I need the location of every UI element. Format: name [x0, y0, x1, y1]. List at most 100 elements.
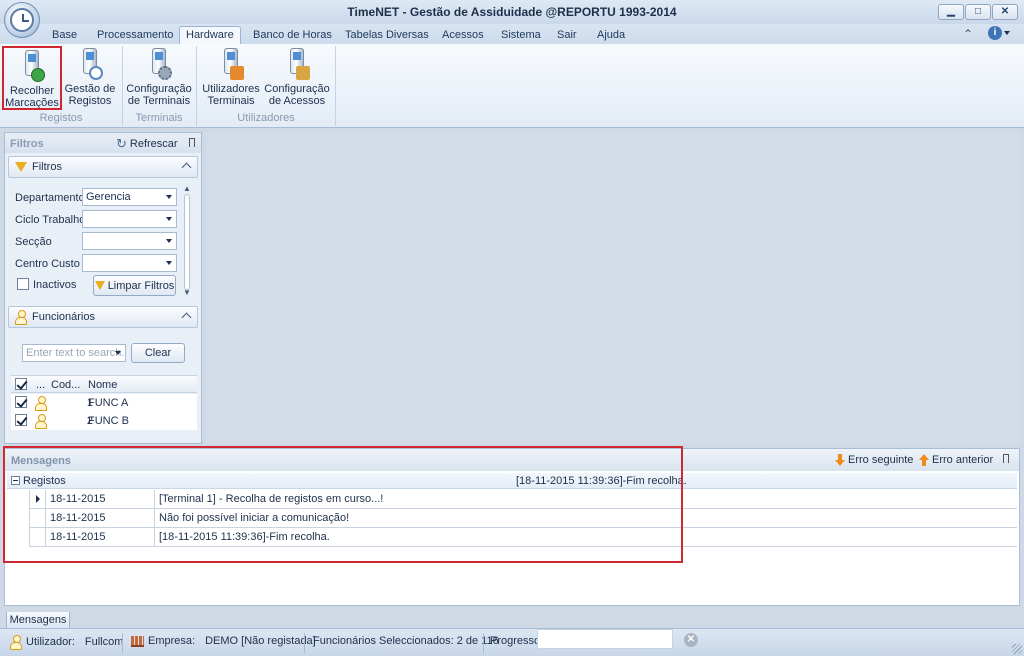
ribbon: Recolher Marcações Gestão de Registos Co… — [0, 44, 1024, 128]
tab-tabelas-diversas[interactable]: Tabelas Diversas — [339, 27, 435, 44]
tab-sair[interactable]: Sair — [551, 27, 583, 44]
window-title: TimeNET - Gestão de Assiduidade @REPORTU… — [347, 5, 677, 19]
table-row[interactable]: 1 FUNC A — [11, 394, 197, 412]
row-checkbox[interactable] — [15, 396, 27, 408]
group-label: Registos — [23, 475, 66, 487]
inactivos-checkbox[interactable] — [17, 278, 29, 290]
employee-icon — [35, 396, 47, 411]
recolher-marcacoes-button[interactable]: Recolher Marcações — [2, 46, 62, 110]
refresh-button[interactable]: ↻ Refrescar — [116, 136, 178, 152]
user-status: Utilizador: Fullcom — [10, 635, 123, 650]
group-label-utilizadores: Utilizadores — [237, 112, 295, 124]
arrow-down-icon — [835, 454, 845, 466]
filters-section-header[interactable]: Filtros — [8, 156, 198, 178]
message-text: Não foi possível iniciar a comunicação! — [159, 512, 350, 524]
device-config-icon — [144, 48, 174, 80]
resize-grip[interactable] — [1012, 644, 1022, 654]
progress-label: Progresso — [490, 635, 541, 647]
group-label-terminais: Terminais — [135, 112, 183, 124]
funcionarios-section-header[interactable]: Funcionários — [8, 306, 198, 328]
chevron-down-icon[interactable] — [115, 351, 121, 355]
tab-mensagens[interactable]: Mensagens — [6, 612, 70, 629]
configuracao-de-terminais-button[interactable]: Configuração de Terminais — [126, 46, 192, 110]
filters-scrollbar[interactable]: ▲ ▼ — [183, 184, 191, 297]
group-summary: [18-11-2015 11:39:36]-Fim recolha. — [516, 475, 687, 487]
app-menu-clock-icon[interactable] — [4, 2, 40, 38]
device-download-icon — [17, 50, 47, 82]
employee-name: FUNC B — [88, 415, 129, 427]
arrow-up-icon — [919, 454, 929, 466]
clear-button[interactable]: Clear — [131, 343, 185, 363]
cancel-icon[interactable]: ✕ — [684, 633, 698, 647]
tab-sistema[interactable]: Sistema — [495, 27, 547, 44]
company-status: Empresa: DEMO [Não registada] — [131, 635, 316, 647]
next-error-button[interactable]: Erro seguinte — [835, 454, 913, 466]
row-checkbox[interactable] — [15, 414, 27, 426]
messages-header: Mensagens Erro seguinte Erro anterior — [5, 449, 1019, 471]
limpar-filtros-button[interactable]: Limpar Filtros — [93, 275, 176, 296]
row-indicator — [30, 490, 46, 508]
employee-name: FUNC A — [88, 397, 129, 409]
help-dropdown-icon[interactable] — [1004, 31, 1010, 35]
factory-icon — [131, 635, 144, 647]
employees-grid-header: ... Cod... Nome — [11, 375, 197, 393]
gestao-de-registos-button[interactable]: Gestão de Registos — [64, 46, 116, 110]
registos-group-row[interactable]: Registos [18-11-2015 11:39:36]-Fim recol… — [7, 473, 1017, 489]
table-row[interactable]: 18-11-2015 [Terminal 1] - Recolha de reg… — [29, 490, 1017, 509]
messages-title: Mensagens — [11, 455, 71, 467]
row-indicator — [30, 509, 46, 527]
centro-custo-select[interactable] — [82, 254, 177, 272]
chevron-down-icon — [166, 239, 172, 243]
minimize-button[interactable]: ▁ — [938, 4, 964, 20]
close-button[interactable]: ✕ — [992, 4, 1018, 20]
seccao-select[interactable] — [82, 232, 177, 250]
select-all-checkbox[interactable] — [15, 378, 27, 390]
scroll-up-icon[interactable]: ▲ — [183, 184, 191, 193]
employee-search-input[interactable]: Enter text to search... — [22, 344, 126, 362]
ribbon-tabs: Base Processamento Hardware Banco de Hor… — [0, 24, 1024, 45]
col-dots-header[interactable]: ... — [36, 379, 45, 391]
filters-panel-title: Filtros — [10, 138, 44, 150]
row-indicator — [30, 528, 46, 546]
chevron-down-icon — [166, 217, 172, 221]
ciclo-trabalho-label: Ciclo Trabalho — [15, 214, 86, 226]
tab-acessos[interactable]: Acessos — [436, 27, 490, 44]
device-access-icon — [282, 48, 312, 80]
table-row[interactable]: 2 FUNC B — [11, 412, 197, 430]
inactivos-label: Inactivos — [33, 279, 77, 291]
chevron-down-icon — [166, 195, 172, 199]
utilizadores-terminais-button[interactable]: Utilizadores Terminais — [200, 46, 262, 110]
message-date: 18-11-2015 — [50, 512, 106, 524]
scroll-down-icon[interactable]: ▼ — [183, 288, 191, 297]
tab-banco-de-horas[interactable]: Banco de Horas — [247, 27, 338, 44]
tab-base[interactable]: Base — [46, 27, 83, 44]
user-icon — [10, 635, 22, 650]
collapse-icon[interactable] — [11, 476, 20, 485]
centro-custo-label: Centro Custo — [15, 258, 80, 270]
employee-icon — [15, 310, 27, 325]
departamento-select[interactable]: Gerencia — [82, 188, 177, 206]
chevron-up-icon[interactable] — [181, 162, 192, 173]
message-text: [18-11-2015 11:39:36]-Fim recolha. — [159, 531, 330, 543]
seccao-label: Secção — [15, 236, 52, 248]
col-code-header[interactable]: Cod... — [51, 379, 80, 391]
clear-filter-icon — [94, 281, 105, 290]
maximize-button[interactable]: □ — [965, 4, 991, 20]
selected-employees-status: Funcionários Seleccionados: 2 de 116 — [313, 635, 499, 647]
help-icon[interactable]: i — [988, 26, 1002, 40]
previous-error-button[interactable]: Erro anterior — [919, 454, 993, 466]
collapse-ribbon-icon[interactable]: ⌃ — [963, 27, 973, 41]
pin-icon[interactable] — [1003, 454, 1009, 463]
table-row[interactable]: 18-11-2015 Não foi possível iniciar a co… — [29, 509, 1017, 528]
table-row[interactable]: 18-11-2015 [18-11-2015 11:39:36]-Fim rec… — [29, 528, 1017, 547]
tab-processamento[interactable]: Processamento — [91, 27, 179, 44]
col-name-header[interactable]: Nome — [88, 379, 117, 391]
refresh-icon: ↻ — [116, 136, 127, 151]
configuracao-de-acessos-button[interactable]: Configuração de Acessos — [264, 46, 330, 110]
ciclo-trabalho-select[interactable] — [82, 210, 177, 228]
pin-icon[interactable] — [189, 138, 195, 147]
tab-hardware[interactable]: Hardware — [179, 26, 241, 45]
tab-ajuda[interactable]: Ajuda — [591, 27, 631, 44]
messages-panel: Mensagens Erro seguinte Erro anterior Re… — [4, 448, 1020, 606]
chevron-up-icon[interactable] — [181, 312, 192, 323]
